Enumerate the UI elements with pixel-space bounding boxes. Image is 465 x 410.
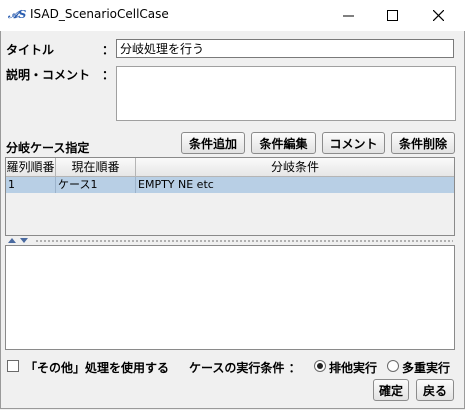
close-button[interactable]	[415, 0, 461, 31]
split-arrows-icon[interactable]	[7, 237, 31, 244]
minimize-icon	[342, 15, 354, 17]
minimize-button[interactable]	[325, 0, 371, 31]
close-icon	[432, 10, 444, 21]
description-textarea[interactable]	[116, 66, 456, 121]
maximize-icon	[386, 10, 398, 21]
column-header-condition[interactable]: 分岐条件	[136, 158, 454, 177]
confirm-button[interactable]: 確定	[373, 379, 409, 401]
radio-multiple[interactable]	[387, 360, 399, 372]
app-logo-icon: 𝒜S	[8, 8, 27, 21]
delete-condition-button[interactable]: 条件削除	[391, 132, 455, 154]
table-row[interactable]: 1 ケース1 EMPTY NE etc	[6, 177, 454, 193]
cell-condition: EMPTY NE etc	[138, 178, 214, 191]
maximize-button[interactable]	[369, 0, 415, 31]
window-title: ISAD_ScenarioCellCase	[30, 7, 169, 21]
use-other-checkbox[interactable]	[7, 360, 19, 372]
column-header-current[interactable]: 現在順番	[56, 158, 136, 177]
add-condition-button[interactable]: 条件追加	[181, 132, 245, 154]
title-colon: ：	[102, 43, 115, 57]
cell-current: ケース1	[56, 177, 136, 193]
edit-condition-button[interactable]: 条件編集	[251, 132, 316, 154]
radio-exclusive-label: 排他実行	[329, 361, 378, 375]
description-label: 説明・コメント	[6, 68, 91, 82]
split-divider[interactable]	[5, 237, 455, 245]
title-input[interactable]: 分岐処理を行う	[116, 39, 454, 58]
column-header-order[interactable]: 羅列順番	[6, 158, 56, 177]
radio-exclusive[interactable]	[314, 360, 326, 372]
use-other-label: 「その他」処理を使用する	[25, 361, 170, 375]
case-section-label: 分岐ケース指定	[6, 141, 90, 155]
back-button[interactable]: 戻る	[416, 379, 454, 401]
exec-condition-label: ケースの実行条件 ：	[189, 361, 301, 375]
divider-grip	[35, 240, 453, 242]
case-table: 羅列順番 現在順番 分岐条件 1 ケース1 EMPTY NE etc	[5, 157, 455, 236]
comment-button[interactable]: コメント	[322, 132, 385, 154]
title-label: タイトル	[6, 43, 55, 57]
cell-order: 1	[6, 177, 56, 193]
comment-display-area[interactable]	[5, 245, 455, 350]
radio-multiple-label: 多重実行	[402, 361, 451, 375]
description-colon: ：	[102, 68, 115, 82]
window-titlebar: 𝒜S ISAD_ScenarioCellCase	[0, 0, 465, 31]
